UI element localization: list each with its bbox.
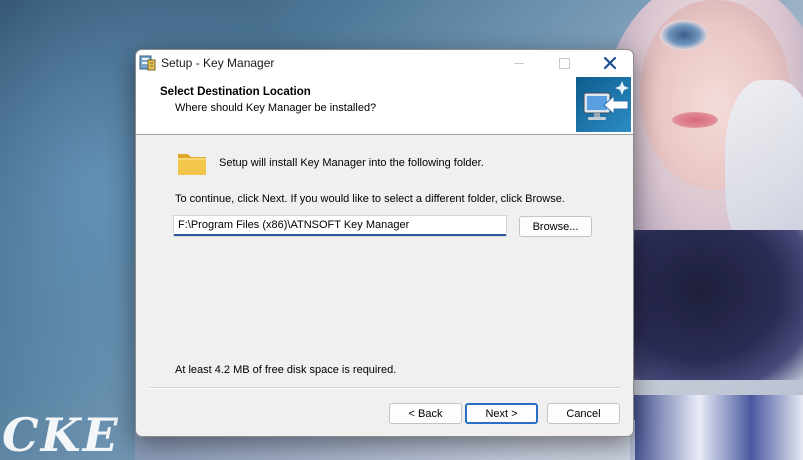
close-button[interactable] bbox=[587, 50, 633, 76]
window-title: Setup - Key Manager bbox=[161, 56, 275, 70]
setup-window: Setup - Key Manager Select Destination L… bbox=[135, 49, 634, 437]
browse-button[interactable]: Browse... bbox=[519, 216, 592, 237]
page-subtitle: Where should Key Manager be installed? bbox=[175, 102, 377, 114]
instructions-text: To continue, click Next. If you would li… bbox=[175, 193, 565, 205]
maximize-button[interactable] bbox=[541, 50, 587, 76]
disk-space-text: At least 4.2 MB of free disk space is re… bbox=[175, 364, 397, 376]
destination-path-input[interactable] bbox=[174, 216, 506, 236]
footer-divider bbox=[150, 387, 620, 389]
maximize-icon bbox=[558, 57, 570, 69]
cancel-button[interactable]: Cancel bbox=[547, 403, 620, 424]
title-bar[interactable]: Setup - Key Manager bbox=[136, 50, 633, 76]
wallpaper-eye bbox=[660, 20, 708, 50]
close-icon bbox=[603, 56, 617, 70]
wizard-header: Select Destination Location Where should… bbox=[136, 76, 633, 135]
computer-install-arrow-icon bbox=[576, 77, 631, 132]
back-button[interactable]: < Back bbox=[389, 403, 462, 424]
page-title: Select Destination Location bbox=[160, 86, 311, 98]
intro-text: Setup will install Key Manager into the … bbox=[219, 157, 484, 169]
minimize-icon bbox=[514, 62, 524, 64]
setup-installer-icon bbox=[139, 55, 156, 71]
wallpaper-dress bbox=[630, 395, 803, 460]
wallpaper-lips bbox=[672, 112, 718, 128]
folder-icon bbox=[178, 154, 206, 175]
wallpaper-collar bbox=[632, 230, 803, 380]
minimize-button[interactable] bbox=[496, 50, 542, 76]
wallpaper-text: CKE bbox=[2, 408, 120, 460]
next-button[interactable]: Next > bbox=[465, 403, 538, 424]
